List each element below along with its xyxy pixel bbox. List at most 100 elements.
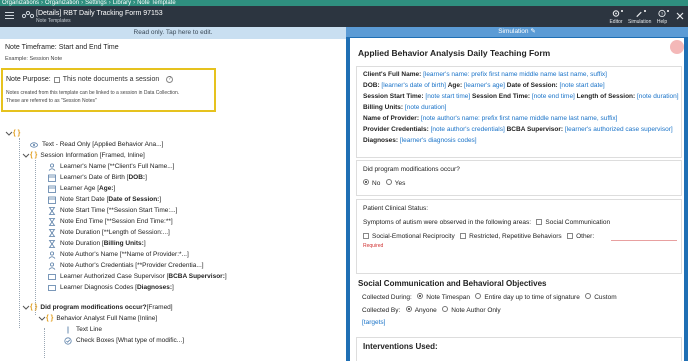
calendar-icon: [48, 185, 56, 193]
radio-yes[interactable]: [385, 179, 392, 186]
note-purpose-label: Note Purpose:: [6, 76, 51, 83]
tree-item-author-name[interactable]: Note Author's Name [**Name of Provider:*…: [48, 249, 189, 260]
tree-item-note-end-time[interactable]: Note End Time [**Session End Time:**]: [48, 216, 173, 227]
collected-during-row: Collected During: Note Timespan Entire d…: [362, 293, 617, 301]
page-title: [Details] RBT Daily Tracking Form 97153: [36, 10, 163, 17]
provider-name-label: Name of Provider:: [363, 115, 419, 122]
person-icon: [48, 162, 56, 171]
tree-item-behavior-analyst[interactable]: { } Behavior Analyst Full Name [Inline]: [38, 313, 157, 324]
chevron-down-icon[interactable]: [38, 315, 46, 323]
custom-label: Custom: [594, 294, 617, 301]
tree-item-check-boxes[interactable]: Check Boxes [What type of modific...]: [64, 335, 184, 346]
editor-button[interactable]: Editor: [605, 9, 627, 25]
session-end-label: Session End Time:: [472, 93, 531, 100]
billing-units-row: Billing Units: [note duration]: [363, 104, 446, 111]
radio-entire-day[interactable]: [475, 293, 482, 300]
billing-units-value: [note duration]: [404, 104, 447, 111]
modifications-options: No Yes: [363, 179, 405, 187]
radio-no[interactable]: [363, 179, 369, 186]
checkbox-other[interactable]: [567, 233, 574, 240]
interventions-title: Interventions Used:: [363, 342, 438, 351]
session-time-row: Session Start Time: [note start time] Se…: [363, 93, 679, 100]
radio-anyone[interactable]: [405, 306, 412, 313]
help-button[interactable]: ? Help: [651, 9, 673, 25]
note-timeframe-value: Start and End Time: [58, 44, 119, 51]
collected-during-label: Collected During:: [362, 294, 412, 301]
tree-item-label: Note End Time [**Session End Time:**]: [60, 218, 173, 225]
tree-item-learner-dob[interactable]: Learner's Date of Birth [DOB:]: [48, 172, 147, 183]
collected-by-label: Collected By:: [362, 307, 401, 314]
page-subtitle: Note Templates: [36, 18, 71, 24]
group-brace-icon: { }: [30, 304, 38, 311]
hourglass-icon: [48, 206, 56, 215]
tree-item-label: Learner Authorized Case Supervisor [: [60, 273, 169, 280]
pencil-icon[interactable]: ✎: [530, 28, 535, 35]
question-icon[interactable]: ?: [166, 76, 174, 83]
tree-item-learner-name[interactable]: Learner's Name [**Client's Full Name...]: [48, 161, 174, 172]
simulation-button[interactable]: Simulation: [628, 9, 651, 25]
group-brace-icon: { }: [46, 315, 54, 322]
session-date-label: Date of Session:: [506, 82, 558, 89]
checkbox-social-emotional[interactable]: [363, 233, 369, 240]
tree-item-note-start-time[interactable]: Note Start Time [**Session Start Time:..…: [48, 205, 177, 216]
tree-item-author-credentials[interactable]: Note Author's Credentials [**Provider Cr…: [48, 260, 204, 271]
provider-name-value: [note author's name: prefix first name m…: [420, 115, 618, 122]
note-purpose-row: Note Purpose: This note documents a sess…: [6, 76, 174, 83]
session-length-value: [note duration]: [636, 93, 679, 100]
tree-item-session-info[interactable]: { } Session Information [Framed, Inline]: [22, 150, 145, 161]
entire-day-label: Entire day up to time of signature: [484, 294, 580, 301]
group-brace-icon: { }: [30, 152, 38, 159]
collected-by-row: Collected By: Anyone Note Author Only: [362, 306, 501, 314]
chevron-down-icon[interactable]: [22, 152, 30, 160]
note-purpose-value: This note documents a session: [62, 76, 160, 83]
tree-root-label: { }: [13, 130, 21, 137]
template-details-pane: Read only. Tap here to edit. Note Timefr…: [0, 27, 346, 361]
clinical-status-card: Patient Clinical Status: Symptoms of aut…: [356, 199, 682, 274]
tree-item-suffix: ]: [145, 174, 147, 181]
tree-item-suffix: ]: [113, 185, 116, 192]
anyone-label: Anyone: [414, 307, 437, 314]
tree-item-case-supervisor[interactable]: Learner Authorized Case Supervisor [BCBA…: [48, 271, 227, 282]
tree-item-suffix: [Framed]: [146, 304, 173, 311]
tree-item-learner-age[interactable]: Learner Age [Age:]: [48, 183, 115, 194]
tree-item-text-readonly[interactable]: Text - Read Only [Applied Behavior Ana..…: [30, 139, 163, 150]
modifications-card: Did program modifications occur? No Yes: [356, 160, 682, 196]
template-icon: [22, 11, 34, 19]
tree-item-bold: Billing Units:: [103, 240, 144, 247]
undo-icon[interactable]: [670, 40, 684, 54]
tree-item-text-line[interactable]: Text Line: [64, 324, 102, 335]
radio-note-author-only[interactable]: [442, 306, 449, 313]
tree-item-diagnosis-codes[interactable]: Learner Diagnosis Codes [Diagnoses:]: [48, 282, 174, 293]
tree-item-note-start-date[interactable]: Note Start Date [Date of Session:]: [48, 194, 161, 205]
tree-item-program-modifications[interactable]: { } Did program modifications occur? [Fr…: [22, 302, 173, 313]
close-icon[interactable]: [676, 12, 684, 20]
tree-item-label: Learner Age [: [60, 185, 100, 192]
tree-item-label: Note Duration [**Length of Session:...]: [60, 229, 170, 236]
field-icon: [48, 284, 56, 291]
note-purpose-checkbox[interactable]: [53, 76, 60, 83]
tree-item-label: Note Duration [: [60, 240, 104, 247]
checkbox-restricted-behaviors[interactable]: [460, 233, 467, 240]
diagnoses-label: Diagnoses:: [363, 137, 399, 144]
radio-custom[interactable]: [585, 293, 592, 300]
restricted-behaviors-label: Restricted, Repetitive Behaviors: [469, 233, 562, 240]
svg-text:?: ?: [661, 11, 664, 16]
tree-item-note-duration[interactable]: Note Duration [**Length of Session:...]: [48, 227, 170, 238]
chevron-down-icon[interactable]: [22, 304, 30, 312]
client-name-value: [learner's name: prefix first name middl…: [423, 71, 607, 78]
objectives-title: Social Communication and Behavioral Obje…: [358, 279, 547, 288]
tree-item-label: Note Author's Credentials [**Provider Cr…: [60, 262, 204, 269]
simulation-title: Simulation: [498, 28, 529, 35]
credentials-value: [note author's credentials]: [430, 126, 505, 133]
checkbox-social-communication[interactable]: [536, 219, 543, 226]
hourglass-icon: [48, 217, 56, 226]
eye-icon: [30, 141, 38, 148]
readonly-banner[interactable]: Read only. Tap here to edit.: [0, 27, 346, 39]
menu-icon[interactable]: [5, 12, 14, 21]
tree-root[interactable]: { }: [5, 128, 23, 139]
chevron-down-icon[interactable]: [5, 130, 13, 138]
modifications-question: Did program modifications occur?: [363, 166, 460, 173]
tree-item-billing-units[interactable]: Note Duration [Billing Units:]: [48, 238, 146, 249]
tree-item-label: Note Start Date [: [60, 196, 109, 203]
radio-note-timespan[interactable]: [417, 293, 424, 300]
